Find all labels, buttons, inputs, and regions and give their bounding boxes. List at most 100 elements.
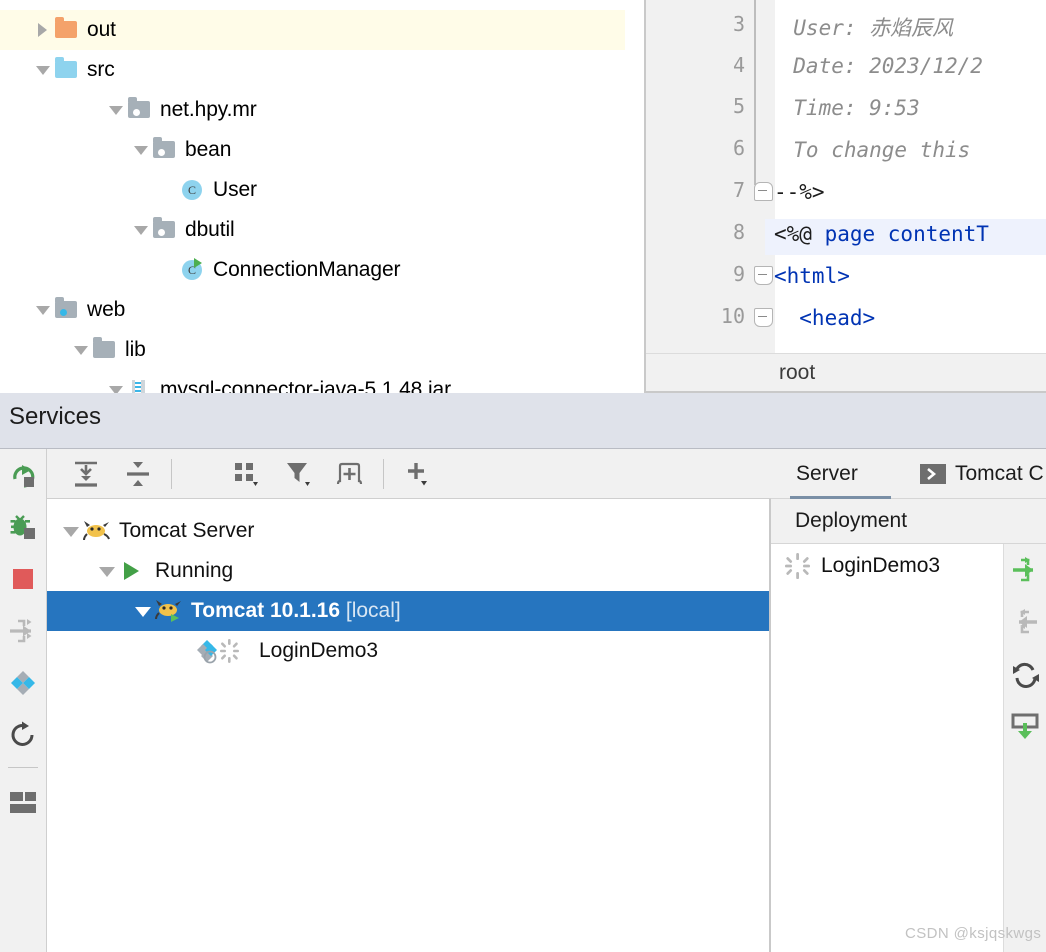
console-icon[interactable] xyxy=(919,449,947,498)
edit-configuration-icon[interactable] xyxy=(0,657,46,709)
services-row-tomcat-server[interactable]: Tomcat Server xyxy=(47,511,781,551)
tree-row-net-hpy-mr[interactable]: net.hpy.mr xyxy=(0,90,625,130)
chevron-down-icon[interactable] xyxy=(130,139,152,161)
breadcrumb-item-root[interactable]: root xyxy=(779,361,815,385)
deployment-right-toolbar[interactable] xyxy=(1003,544,1046,952)
deploy-icon[interactable] xyxy=(1004,544,1046,596)
tree-row-out[interactable]: out xyxy=(0,10,625,50)
deployment-section-header: Deployment xyxy=(771,499,1046,544)
code-line-6: To change this xyxy=(768,138,983,162)
tree-row-label: src xyxy=(87,58,115,81)
project-tool-window[interactable]: out src net.hpy.mr bean C User dbutil C … xyxy=(0,0,625,393)
services-tree[interactable]: Tomcat Server Running Tomcat 10.1.16 [lo… xyxy=(47,499,853,952)
services-left-toolbar[interactable] xyxy=(0,449,47,952)
layout-settings-icon[interactable] xyxy=(0,777,46,829)
chevron-right-icon[interactable] xyxy=(32,19,54,41)
rerun-icon[interactable] xyxy=(0,449,46,501)
tree-row-web[interactable]: web xyxy=(0,290,625,330)
line-number: 9 xyxy=(732,262,745,286)
editor-fold-strip[interactable] xyxy=(753,0,775,353)
code-line-8: <%@ page contentT xyxy=(774,222,989,246)
undeploy-icon[interactable] xyxy=(1004,596,1046,648)
deployment-title: Deployment xyxy=(795,509,908,532)
line-number: 8 xyxy=(732,220,745,244)
ide-window: out src net.hpy.mr bean C User dbutil C … xyxy=(0,0,1046,952)
tab-server[interactable]: Server xyxy=(796,449,858,498)
tree-row-label: mysql-connector-java-5.1.48.jar xyxy=(160,378,452,393)
chevron-down-icon[interactable] xyxy=(32,299,54,321)
tree-row-src[interactable]: src xyxy=(0,50,625,90)
group-by-icon[interactable] xyxy=(223,449,273,498)
folder-gray-icon xyxy=(92,337,118,362)
services-row-running[interactable]: Running xyxy=(47,551,817,591)
code-editor[interactable]: 3 4 5 6 7 8 9 10 User: 赤焰辰风 Date: 2023/1… xyxy=(646,0,1046,393)
fold-marker-end-icon[interactable] xyxy=(754,182,773,201)
deployment-item-logindemo3[interactable]: LoginDemo3 xyxy=(771,544,1015,588)
toolbar-separator xyxy=(383,459,384,489)
chevron-down-icon[interactable] xyxy=(32,59,54,81)
tomcat-running-icon xyxy=(155,597,185,625)
fold-marker-collapse-icon[interactable] xyxy=(754,308,773,327)
redeploy-icon[interactable] xyxy=(1004,648,1046,700)
package-source-icon xyxy=(152,137,178,162)
services-row-tomcat-instance[interactable]: Tomcat 10.1.16 [local] xyxy=(47,591,853,631)
line-number: 7 xyxy=(732,178,745,202)
artifact-loading-icon xyxy=(783,552,821,580)
tree-row-bean[interactable]: bean xyxy=(0,130,625,170)
chevron-down-icon[interactable] xyxy=(130,219,152,241)
tree-row-label: web xyxy=(87,298,126,321)
chevron-down-icon[interactable] xyxy=(95,560,119,582)
code-line-7: --%> xyxy=(774,180,825,204)
watermark: CSDN @ksjqskwgs xyxy=(905,925,1042,942)
editor-breadcrumb[interactable]: root xyxy=(646,353,1046,392)
tree-row-label: bean xyxy=(185,138,232,161)
fold-marker-collapse-icon[interactable] xyxy=(754,266,773,285)
tab-tomcat-console[interactable]: Tomcat C xyxy=(955,449,1044,498)
chevron-down-icon[interactable] xyxy=(105,99,127,121)
tree-row-label: ConnectionManager xyxy=(213,258,401,281)
expand-all-icon[interactable] xyxy=(61,449,111,498)
tree-row-label: net.hpy.mr xyxy=(160,98,257,121)
tree-row-mysql-connector-jar[interactable]: mysql-connector-java-5.1.48.jar xyxy=(0,370,625,393)
editor-gutter: 3 4 5 6 7 8 9 10 xyxy=(646,0,753,353)
filter-icon[interactable] xyxy=(275,449,325,498)
deployment-list[interactable]: LoginDemo3 xyxy=(771,544,1003,952)
services-row-label: Tomcat Server xyxy=(119,519,255,542)
folder-web-icon xyxy=(54,297,80,322)
tree-row-lib[interactable]: lib xyxy=(0,330,625,370)
detail-tabs[interactable]: Server Tomcat C xyxy=(771,449,1046,499)
run-green-icon xyxy=(119,557,149,585)
line-number: 3 xyxy=(732,12,745,36)
line-number: 6 xyxy=(732,136,745,160)
chevron-down-icon[interactable] xyxy=(131,600,155,622)
chevron-down-icon[interactable] xyxy=(105,379,127,393)
code-line-4: Date: 2023/12/2 xyxy=(768,54,983,78)
services-header[interactable]: Services xyxy=(0,393,1046,448)
jar-icon xyxy=(127,378,153,393)
debug-icon[interactable] xyxy=(0,501,46,553)
deployment-item-label: LoginDemo3 xyxy=(821,554,941,577)
java-class-runnable-icon: C xyxy=(180,258,206,282)
package-source-icon xyxy=(127,97,153,122)
toolbar-separator xyxy=(8,767,38,768)
add-service-icon[interactable] xyxy=(393,449,443,498)
restart-server-icon[interactable] xyxy=(0,709,46,761)
add-tab-icon[interactable] xyxy=(325,449,375,498)
code-line-9: <html> xyxy=(774,264,850,288)
services-row-label: LoginDemo3 xyxy=(259,639,379,662)
code-line-5: Time: 9:53 xyxy=(768,96,920,120)
update-icon[interactable] xyxy=(1004,700,1046,752)
tree-row-dbutil[interactable]: dbutil xyxy=(0,210,625,250)
tree-row-label: User xyxy=(213,178,257,201)
folder-orange-icon xyxy=(54,17,80,42)
chevron-down-icon[interactable] xyxy=(59,520,83,542)
tree-row-user[interactable]: C User xyxy=(0,170,625,210)
deploy-all-icon[interactable] xyxy=(0,605,46,657)
chevron-down-icon[interactable] xyxy=(70,339,92,361)
tree-row-label: lib xyxy=(125,338,146,361)
tree-row-connectionmanager[interactable]: C ConnectionManager xyxy=(0,250,625,290)
stop-icon[interactable] xyxy=(0,553,46,605)
code-line-3: User: 赤焰辰风 xyxy=(768,16,954,40)
collapse-all-icon[interactable] xyxy=(113,449,163,498)
project-tree-scrollbar-track[interactable] xyxy=(625,0,645,393)
